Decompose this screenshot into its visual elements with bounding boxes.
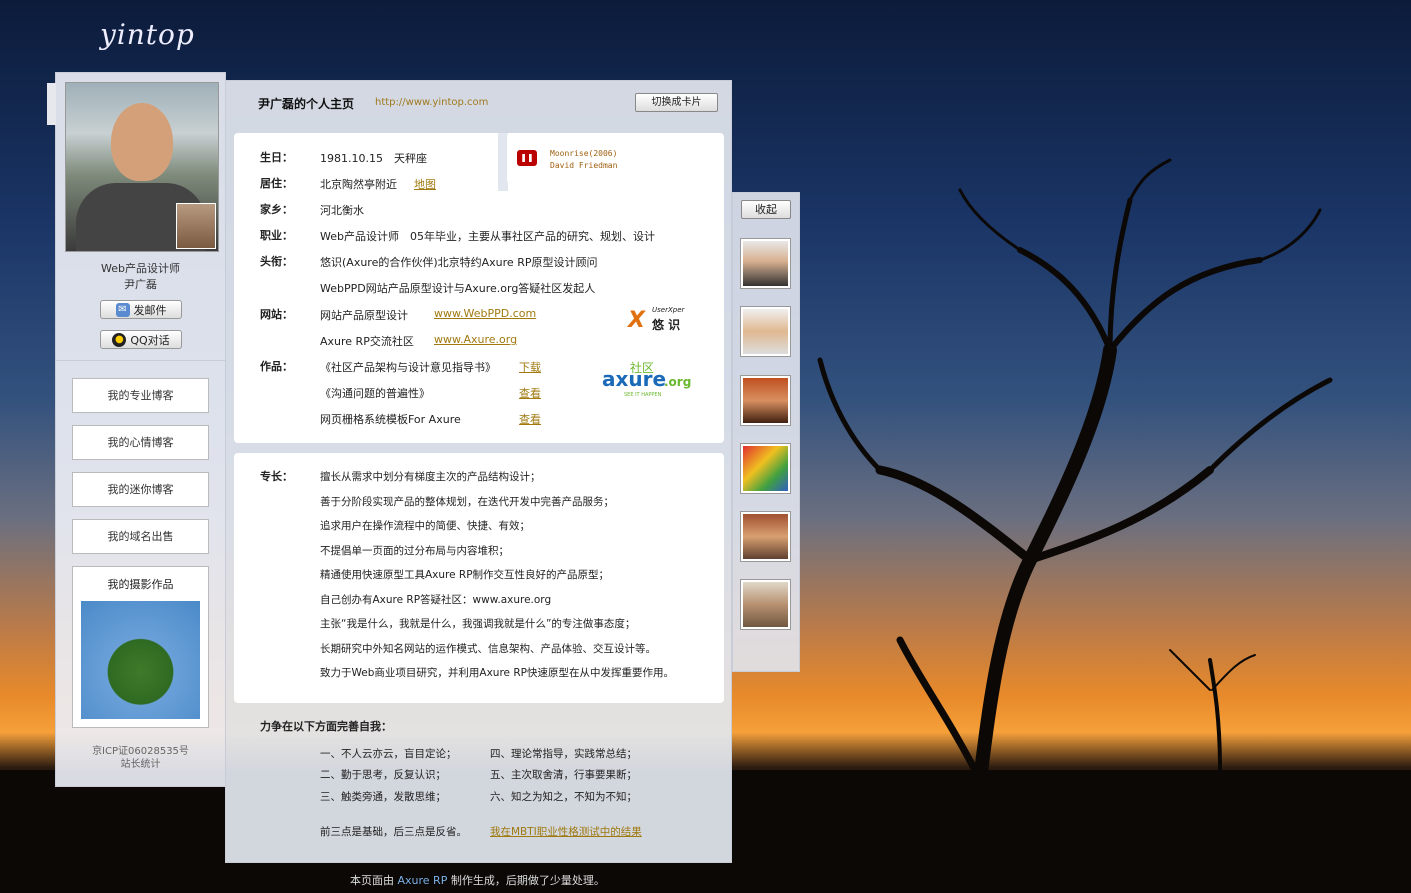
- axure-rp-link[interactable]: Axure RP: [398, 874, 448, 887]
- specialty-line: 擅长从需求中划分有梯度主次的产品结构设计；: [320, 471, 541, 483]
- friend-avatar[interactable]: [740, 443, 791, 494]
- friends-panel: 收起: [732, 192, 800, 672]
- pause-icon[interactable]: ❚❚: [517, 150, 537, 166]
- job-title: Web产品设计师: [101, 262, 180, 275]
- website-name-1: 网站产品原型设计: [320, 309, 408, 322]
- photo-works-box[interactable]: 我的摄影作品: [72, 566, 209, 728]
- axure-org-link[interactable]: www.Axure.org: [434, 333, 517, 346]
- self-improve-item: 一、不人云亦云，盲目定论；: [320, 748, 457, 760]
- site-url[interactable]: http://www.yintop.com: [375, 97, 488, 108]
- specialty-card: 专长： 擅长从需求中划分有梯度主次的产品结构设计； 善于分阶段实现产品的整体规划…: [234, 453, 724, 703]
- self-improve-item: 三、触类旁通，发散思维；: [320, 791, 446, 803]
- webppd-link[interactable]: www.WebPPD.com: [434, 307, 536, 320]
- photo-works-thumbnail[interactable]: [81, 601, 200, 719]
- nav-professional-blog[interactable]: 我的专业博客: [72, 378, 209, 413]
- send-mail-button[interactable]: ✉ 发邮件: [100, 300, 182, 319]
- website-name-2: Axure RP交流社区: [320, 335, 414, 348]
- residence-label: 居住：: [260, 177, 293, 190]
- work-download-link[interactable]: 下载: [519, 359, 541, 375]
- work-view-link-1[interactable]: 查看: [519, 385, 541, 401]
- mail-icon: ✉: [115, 302, 130, 317]
- divider: [56, 360, 225, 361]
- axure-community-logo[interactable]: 社区 axure .org SEE IT HAPPEN: [602, 359, 702, 399]
- work-view-link-2[interactable]: 查看: [519, 411, 541, 427]
- userxper-logo[interactable]: X UserXper 悠 识: [626, 306, 696, 338]
- music-title: Moonrise(2006): [550, 149, 618, 158]
- specialty-line: 不提倡单一页面的过分布局与内容堆积；: [320, 545, 509, 557]
- specialty-line: 追求用户在操作流程中的简便、快捷、有效；: [320, 520, 530, 532]
- specialty-label: 专长：: [260, 470, 293, 483]
- friend-avatar[interactable]: [740, 238, 791, 289]
- icp-license[interactable]: 京ICP证06028535号: [56, 745, 225, 758]
- specialty-line: 自己创办有Axure RP答疑社区：www.axure.org: [320, 594, 552, 606]
- friend-avatar[interactable]: [740, 579, 791, 630]
- collapse-button[interactable]: 收起: [741, 200, 791, 219]
- photo-works-label: 我的摄影作品: [107, 578, 174, 591]
- self-improve-item: 二、勤于思考，反复认识；: [320, 769, 446, 781]
- job-value: Web产品设计师 05年毕业，主要从事社区产品的研究、规划、设计: [320, 230, 655, 243]
- self-improve-item: 五、主次取舍清，行事要果断；: [490, 769, 637, 781]
- work-name-1: 《社区产品架构与设计意见指导书》: [320, 361, 496, 374]
- nav-mini-blog[interactable]: 我的迷你博客: [72, 472, 209, 507]
- music-artist: David Friedman: [550, 161, 618, 170]
- main-panel: 尹广磊的个人主页 http://www.yintop.com 切换成卡片 生日：…: [225, 80, 732, 863]
- self-improve-item: 四、理论常指导，实践常总结；: [490, 748, 637, 760]
- self-improve-item: 六、知之为知之，不知为不知；: [490, 791, 637, 803]
- friend-avatar[interactable]: [740, 306, 791, 357]
- specialty-line: 精通使用快速原型工具Axure RP制作交互性良好的产品原型；: [320, 569, 610, 581]
- page-footer: 本页面由 Axure RP 制作生成，后期做了少量处理。: [350, 874, 605, 887]
- hometown-label: 家乡：: [260, 203, 293, 216]
- job-label: 职业：: [260, 229, 293, 242]
- nav-domain-sale[interactable]: 我的域名出售: [72, 519, 209, 554]
- map-link[interactable]: 地图: [414, 176, 436, 192]
- hometown-value: 河北衡水: [320, 204, 364, 217]
- specialty-line: 善于分阶段实现产品的整体规划，在迭代开发中完善产品服务；: [320, 496, 614, 508]
- left-panel: Web产品设计师 尹广磊 ✉ 发邮件 ● QQ对话 我的专业博客 我的心情博客 …: [47, 72, 226, 787]
- title-line-1: 悠识(Axure的合作伙伴)北京特约Axure RP原型设计顾问: [320, 256, 598, 269]
- music-player: ❚❚ Moonrise(2006) David Friedman: [507, 133, 723, 184]
- website-label: 网站：: [260, 308, 293, 321]
- birthday-value: 1981.10.15 天秤座: [320, 152, 427, 165]
- title-line-2: WebPPD网站产品原型设计与Axure.org答疑社区发起人: [320, 282, 596, 295]
- work-name-2: 《沟通问题的普遍性》: [320, 387, 430, 400]
- birthday-label: 生日：: [260, 151, 293, 164]
- self-improve-heading: 力争在以下方面完善自我：: [260, 720, 392, 733]
- qq-chat-button[interactable]: ● QQ对话: [100, 330, 182, 349]
- friend-avatar[interactable]: [740, 375, 791, 426]
- site-stats-link[interactable]: 站长统计: [56, 758, 225, 771]
- work-name-3: 网页栅格系统模板For Axure: [320, 413, 461, 426]
- qq-penguin-icon: ●: [112, 332, 127, 347]
- specialty-line: 致力于Web商业项目研究，并利用Axure RP快速原型在从中发挥重要作用。: [320, 667, 674, 679]
- specialty-line: 长期研究中外知名网站的运作模式、信息架构、产品体验、交互设计等。: [320, 643, 656, 655]
- switch-card-button[interactable]: 切换成卡片: [635, 93, 718, 112]
- specialty-line: 主张“我是什么，我就是什么，我强调我就是什么”的专注做事态度；: [320, 618, 636, 630]
- title-label: 头衔：: [260, 255, 293, 268]
- profile-photo: [65, 82, 219, 252]
- left-panel-tab: [47, 83, 56, 125]
- works-label: 作品：: [260, 360, 293, 373]
- nav-mood-blog[interactable]: 我的心情博客: [72, 425, 209, 460]
- friend-avatar[interactable]: [740, 511, 791, 562]
- profile-name: 尹广磊: [124, 278, 157, 291]
- profile-photo-inset: [176, 203, 216, 249]
- site-logo[interactable]: yintop: [100, 18, 195, 51]
- page-title: 尹广磊的个人主页: [258, 97, 355, 111]
- self-improve-note: 前三点是基础，后三点是反省。: [320, 826, 467, 838]
- residence-value: 北京陶然亭附近: [320, 178, 397, 191]
- footer-left: 京ICP证06028535号 站长统计: [56, 745, 225, 771]
- mbti-result-link[interactable]: 我在MBTI职业性格测试中的结果: [490, 824, 642, 839]
